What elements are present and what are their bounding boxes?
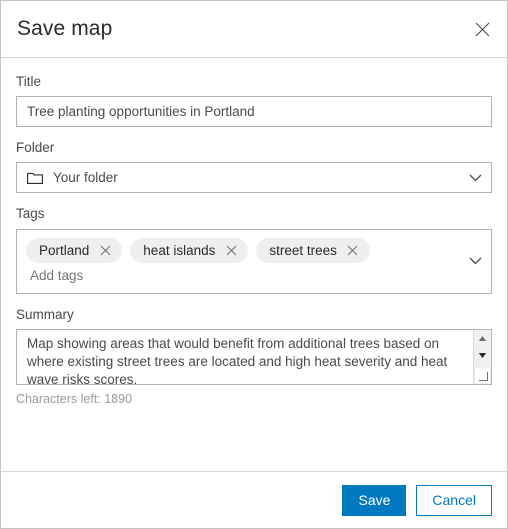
chevron-down-icon — [469, 173, 482, 182]
close-button[interactable] — [469, 16, 495, 42]
tag-remove-icon[interactable] — [222, 241, 240, 259]
save-button[interactable]: Save — [342, 484, 407, 516]
close-icon — [475, 22, 490, 37]
folder-icon — [27, 171, 43, 185]
resize-grip-icon[interactable] — [475, 367, 490, 383]
scroll-up-icon[interactable] — [474, 330, 491, 347]
dialog-body: Title Folder Your folder — [1, 58, 507, 471]
folder-label: Folder — [16, 140, 55, 156]
summary-textarea[interactable] — [17, 329, 491, 384]
title-input[interactable] — [16, 96, 492, 128]
dialog-header: Save map — [1, 1, 507, 58]
save-map-dialog: Save map Title Folder Y — [0, 0, 508, 529]
dialog-footer: Save Cancel — [1, 471, 507, 528]
tag-item[interactable]: Portland — [26, 237, 123, 263]
page-title: Save map — [17, 16, 113, 40]
folder-field-group: Folder Your folder — [16, 140, 492, 194]
tag-item[interactable]: heat islands — [130, 237, 249, 263]
summary-field-group: Summary Map showing areas that would ben… — [16, 307, 492, 407]
tag-label: heat islands — [143, 242, 216, 258]
tag-item[interactable]: street trees — [256, 237, 370, 263]
summary-scrollbar[interactable] — [473, 329, 491, 384]
tags-chevron-down-icon[interactable] — [469, 257, 482, 266]
summary-label: Summary — [16, 306, 74, 322]
tag-label: Portland — [39, 242, 90, 258]
scroll-down-icon[interactable] — [474, 347, 491, 364]
tag-list: Portland heat islands street trees — [26, 237, 461, 263]
cancel-button[interactable]: Cancel — [416, 484, 492, 516]
title-field-group: Title — [16, 74, 492, 128]
tags-container[interactable]: Portland heat islands street trees Add t… — [16, 228, 492, 294]
tags-label: Tags — [16, 206, 45, 222]
summary-textarea-wrapper — [16, 328, 492, 385]
add-tags-input[interactable] — [26, 265, 422, 283]
title-label: Title — [16, 74, 42, 89]
tag-remove-icon[interactable] — [344, 241, 362, 259]
characters-left-text: Characters left: 1890 — [16, 391, 133, 406]
folder-value: Your folder — [53, 170, 118, 186]
tags-field-group: Tags Portland heat islands street trees … — [16, 206, 492, 294]
tag-label: street trees — [269, 242, 337, 258]
folder-select[interactable]: Your folder — [16, 162, 492, 194]
tag-remove-icon[interactable] — [96, 241, 114, 259]
